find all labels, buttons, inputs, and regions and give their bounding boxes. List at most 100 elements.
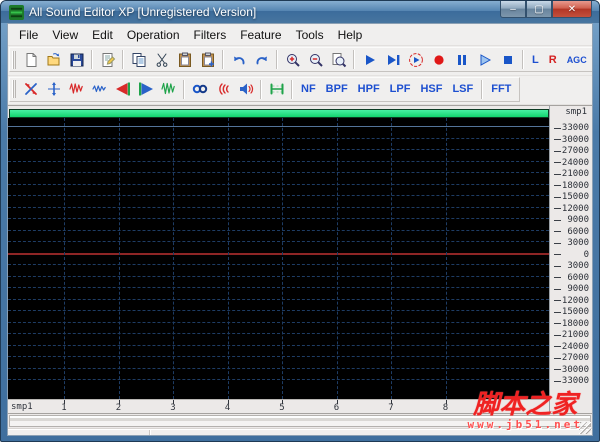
amplitude-gridline	[8, 356, 549, 357]
paste-icon	[177, 52, 193, 68]
ruler-number: 1	[61, 403, 67, 413]
amplitude-gridline	[8, 275, 549, 277]
toolbar-separator	[122, 50, 124, 69]
ruler-number: 6	[333, 403, 340, 413]
fft-button[interactable]: FFT	[486, 79, 516, 100]
toolbar-grip[interactable]	[12, 50, 16, 69]
undo-button[interactable]	[227, 49, 250, 70]
hsf-filter-button[interactable]: HSF	[415, 79, 447, 100]
zoom-fit-button[interactable]	[327, 49, 350, 70]
lsf-filter-button[interactable]: LSF	[447, 79, 478, 100]
fade-in-button[interactable]	[111, 79, 134, 100]
volume-button[interactable]	[234, 79, 257, 100]
hpf-filter-button[interactable]: HPF	[353, 79, 385, 100]
center-channel-button[interactable]	[42, 79, 65, 100]
menu-edit[interactable]: Edit	[85, 25, 120, 45]
cut-icon	[154, 52, 170, 68]
record-button[interactable]	[427, 49, 450, 70]
amplitude-tick: 18000	[550, 181, 589, 191]
swap-channels-button[interactable]	[19, 79, 42, 100]
menu-file[interactable]: File	[12, 25, 45, 45]
toolbar-separator	[91, 50, 93, 69]
bpf-filter-button[interactable]: BPF	[321, 79, 353, 100]
zoom-out-button[interactable]	[304, 49, 327, 70]
echo-button[interactable]	[211, 79, 234, 100]
loop-button[interactable]	[188, 79, 211, 100]
zoom-in-icon	[285, 52, 301, 68]
save-icon	[69, 52, 85, 68]
zoom-in-button[interactable]	[281, 49, 304, 70]
position-bar[interactable]	[9, 109, 549, 118]
menu-tools[interactable]: Tools	[289, 25, 331, 45]
amplitude-tick: 30000	[550, 365, 589, 375]
normalize-button[interactable]	[157, 79, 180, 100]
waveform-canvas[interactable]	[8, 118, 549, 399]
amplify-button[interactable]	[65, 79, 88, 100]
amplitude-gridline	[8, 287, 549, 288]
trim-button[interactable]	[265, 79, 288, 100]
stop-button[interactable]	[496, 49, 519, 70]
lpf-filter-button[interactable]: LPF	[385, 79, 416, 100]
toolbar-separator	[481, 79, 484, 99]
amplitude-gridline	[8, 149, 549, 150]
amplitude-tick: 9000	[550, 284, 589, 294]
channel-label: smp1	[565, 107, 587, 117]
cut-button[interactable]	[150, 49, 173, 70]
paste-button[interactable]	[173, 49, 196, 70]
title-bar[interactable]: All Sound Editor XP [Unregistered Versio…	[1, 1, 599, 23]
toolbar-grip[interactable]	[12, 80, 16, 98]
amplitude-tick: 6000	[550, 273, 589, 283]
normalize-icon	[160, 81, 177, 97]
menu-view[interactable]: View	[45, 25, 85, 45]
pause-button[interactable]	[450, 49, 473, 70]
maximize-button[interactable]: ▢	[526, 1, 552, 18]
open-file-button[interactable]	[42, 49, 65, 70]
menu-help[interactable]: Help	[331, 25, 370, 45]
loop-icon	[192, 81, 208, 97]
paste-insert-button[interactable]	[196, 49, 219, 70]
horizontal-scrollbar[interactable]	[8, 414, 592, 429]
agc-button[interactable]: AGC	[562, 49, 592, 70]
amplitude-tick: 24000	[550, 158, 589, 168]
amplitude-gridline	[8, 183, 549, 185]
menu-bar: File View Edit Operation Filters Feature Tools…	[8, 24, 592, 46]
time-gridline	[118, 118, 120, 399]
new-file-button[interactable]	[19, 49, 42, 70]
amplitude-tick: 27000	[550, 146, 589, 156]
menu-feature[interactable]: Feature	[233, 25, 288, 45]
new-file-icon	[23, 52, 39, 68]
play-to-end-button[interactable]	[381, 49, 404, 70]
resize-grip[interactable]	[579, 422, 591, 434]
ruler-channel-label: smp1	[11, 402, 33, 412]
loop-play-button[interactable]	[404, 49, 427, 70]
menu-operation[interactable]: Operation	[120, 25, 187, 45]
time-ruler[interactable]: smp1 1 2 3 4 5 6 7 8	[8, 399, 549, 413]
toolbar-main: L R AGC	[9, 47, 592, 72]
copy-button[interactable]	[127, 49, 150, 70]
right-channel-button[interactable]: R	[544, 49, 562, 70]
toolbar-separator	[353, 50, 355, 69]
amplitude-tick: 3000	[550, 261, 589, 271]
fade-out-button[interactable]	[134, 79, 157, 100]
amplitude-gridline	[8, 172, 549, 173]
menu-filters[interactable]: Filters	[187, 25, 234, 45]
zoom-out-icon	[308, 52, 324, 68]
pause-icon	[454, 52, 470, 68]
amplitude-tick: 15000	[550, 192, 589, 202]
nf-filter-button[interactable]: NF	[296, 79, 321, 100]
amplitude-gridline	[8, 137, 549, 139]
minimize-button[interactable]: –	[500, 1, 526, 18]
close-button[interactable]: ✕	[552, 1, 592, 18]
amplitude-tick: 12000	[550, 296, 589, 306]
play-selection-button[interactable]	[473, 49, 496, 70]
amplitude-gridline	[8, 160, 549, 162]
redo-button[interactable]	[250, 49, 273, 70]
play-button[interactable]	[358, 49, 381, 70]
file-properties-button[interactable]	[96, 49, 119, 70]
zoom-fit-icon	[331, 52, 347, 68]
left-channel-button[interactable]: L	[527, 49, 544, 70]
amplitude-gridline	[8, 333, 549, 334]
amplitude-gridline	[8, 310, 549, 311]
attenuate-button[interactable]	[88, 79, 111, 100]
save-button[interactable]	[65, 49, 88, 70]
